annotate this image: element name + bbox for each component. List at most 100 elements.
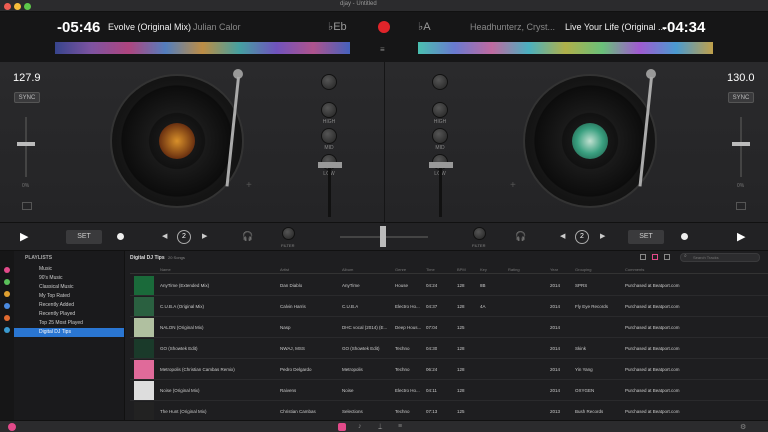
video-icon[interactable] — [4, 327, 10, 333]
minimize-window-button[interactable] — [14, 3, 21, 10]
right-waveform[interactable] — [418, 42, 713, 54]
column-album[interactable]: Album — [342, 267, 353, 272]
right-track-artist: Headhunterz, Cryst... — [470, 22, 556, 32]
right-trim-knob[interactable] — [432, 74, 448, 90]
sidebar-item-classical[interactable]: Classical Music — [14, 283, 124, 292]
sidebar-item-top-25[interactable]: Top 25 Most Played — [14, 319, 124, 328]
right-loop-length[interactable]: 2 — [575, 230, 589, 244]
left-high-knob[interactable] — [321, 102, 337, 118]
library-tab-icon[interactable] — [338, 423, 346, 431]
left-cue-dot-icon[interactable] — [117, 233, 124, 240]
table-row[interactable]: GO (Showtek Edit) NWAJ, MSS GO (Showtek Ed… — [130, 338, 768, 359]
sidebar-item-digital-dj-tips[interactable]: Digital DJ Tips — [14, 328, 124, 337]
list-icon[interactable]: ≡ — [380, 45, 385, 54]
sidebar-item-recently-added[interactable]: Recently Added — [14, 301, 124, 310]
cell-album: GO (Showtek Edit) — [342, 346, 380, 351]
table-row[interactable]: The Hunt (Original Mix) Christian Cambas S… — [130, 401, 768, 422]
left-bpm: 127.9 — [13, 72, 41, 84]
right-cue-dot-icon[interactable] — [681, 233, 688, 240]
album-art-thumbnail — [134, 402, 154, 421]
column-key[interactable]: Key — [480, 267, 487, 272]
album-art-thumbnail — [134, 297, 154, 316]
left-headphones-icon[interactable]: 🎧 — [242, 231, 253, 242]
left-sync-button[interactable]: SYNC — [14, 92, 40, 103]
cell-album: AnyTime — [342, 283, 360, 288]
cover-view-icon[interactable] — [664, 254, 670, 260]
right-mid-label: MID — [435, 145, 445, 151]
left-volume-fader[interactable] — [318, 162, 342, 168]
left-turntable[interactable] — [110, 74, 244, 208]
column-genre[interactable]: Genre — [395, 267, 406, 272]
sidebar-item-recently-played[interactable]: Recently Played — [14, 310, 124, 319]
column-time[interactable]: Time — [426, 267, 435, 272]
left-play-button[interactable]: ▶ — [20, 230, 28, 243]
column-artist[interactable]: Artist — [280, 267, 289, 272]
album-art-thumbnail — [134, 360, 154, 379]
cell-name: Noise (Original Mix) — [160, 388, 200, 393]
music-note-icon[interactable]: ♪ — [358, 423, 362, 430]
right-turntable[interactable] — [523, 74, 657, 208]
right-set-cue-button[interactable]: SET — [628, 230, 664, 244]
zoom-window-button[interactable] — [24, 3, 31, 10]
menu-icon[interactable]: ≡ — [398, 423, 402, 430]
sidebar-item-music[interactable]: Music — [14, 265, 124, 274]
left-plus-icon[interactable]: + — [246, 180, 252, 191]
right-sync-button[interactable]: SYNC — [728, 92, 754, 103]
left-pitch-lock-icon[interactable] — [22, 202, 32, 210]
right-filter-knob[interactable] — [473, 227, 486, 240]
mic-icon[interactable]: ⍊ — [378, 423, 382, 431]
record-button[interactable] — [378, 21, 390, 33]
spotify-icon[interactable] — [4, 279, 10, 285]
finder-icon[interactable] — [4, 291, 10, 297]
right-play-button[interactable]: ▶ — [737, 230, 745, 243]
table-row[interactable]: C.U.B.A (Original Mix) Calvin Harris C.U.B… — [130, 296, 768, 317]
left-set-cue-button[interactable]: SET — [66, 230, 102, 244]
playlist-list: Music 90's Music Classical Music My Top … — [14, 265, 124, 337]
column-comments[interactable]: Comments — [625, 267, 644, 272]
left-loop-next-icon[interactable]: ▶ — [202, 232, 207, 240]
settings-icon[interactable]: ⚙ — [740, 423, 746, 431]
right-loop-next-icon[interactable]: ▶ — [600, 232, 605, 240]
left-pitch-slider[interactable] — [17, 142, 35, 146]
list-view-icon[interactable] — [640, 254, 646, 260]
left-trim-knob[interactable] — [321, 74, 337, 90]
column-name[interactable]: Name — [160, 267, 171, 272]
left-loop-prev-icon[interactable]: ◀ — [162, 232, 167, 240]
table-row[interactable]: Metropolis (Christian Cambas Remix) Pedro… — [130, 359, 768, 380]
cell-comments: Purchased at Beatport.com — [625, 304, 680, 309]
automix-icon[interactable] — [8, 423, 16, 431]
right-high-knob[interactable] — [432, 102, 448, 118]
cell-genre: Deep Hous... — [395, 325, 422, 330]
column-year[interactable]: Year — [550, 267, 558, 272]
close-window-button[interactable] — [4, 3, 11, 10]
left-loop-length[interactable]: 2 — [177, 230, 191, 244]
table-row[interactable]: Noise (Original Mix) Raivens Noise Electro … — [130, 380, 768, 401]
history-icon[interactable] — [4, 303, 10, 309]
column-grouping[interactable]: Grouping — [575, 267, 591, 272]
search-input[interactable] — [680, 253, 760, 262]
itunes-icon[interactable] — [4, 267, 10, 273]
left-mid-knob[interactable] — [321, 128, 337, 144]
crossfader[interactable] — [380, 226, 386, 247]
table-row[interactable]: AnyTime (Extended Mix) Dan Diablo AnyTime H… — [130, 275, 768, 296]
column-bpm[interactable]: BPM — [457, 267, 466, 272]
sidebar-item-top-rated[interactable]: My Top Rated — [14, 292, 124, 301]
right-headphones-icon[interactable]: 🎧 — [515, 231, 526, 242]
left-record-label — [159, 123, 195, 159]
left-waveform[interactable] — [55, 42, 350, 54]
right-loop-prev-icon[interactable]: ◀ — [560, 232, 565, 240]
cell-comments: Purchased at Beatport.com — [625, 325, 680, 330]
right-pitch-slider[interactable] — [732, 142, 750, 146]
left-high-label: HIGH — [322, 119, 336, 125]
title-bar: djay - Untitled — [0, 0, 768, 12]
right-plus-icon[interactable]: + — [510, 180, 516, 191]
right-mid-knob[interactable] — [432, 128, 448, 144]
grid-view-icon[interactable] — [652, 254, 658, 260]
right-volume-fader[interactable] — [429, 162, 453, 168]
soundcloud-icon[interactable] — [4, 315, 10, 321]
column-rating[interactable]: Rating — [508, 267, 520, 272]
right-pitch-lock-icon[interactable] — [736, 202, 746, 210]
left-filter-knob[interactable] — [282, 227, 295, 240]
table-row[interactable]: NALON (Original Mix) Nasp DHC vocal (2014)… — [130, 317, 768, 338]
sidebar-item-90s-music[interactable]: 90's Music — [14, 274, 124, 283]
